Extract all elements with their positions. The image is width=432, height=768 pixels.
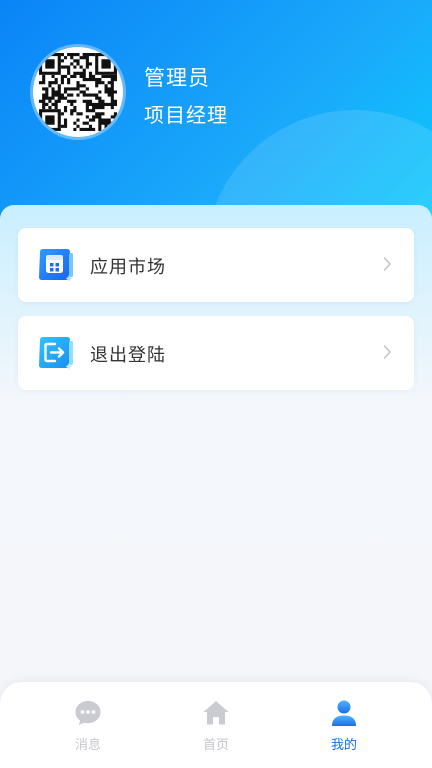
user-role: 项目经理: [144, 103, 228, 127]
tab-label: 我的: [330, 738, 357, 753]
logout-icon: [39, 337, 73, 370]
avatar-qr-code[interactable]: [33, 47, 123, 137]
tab-mine[interactable]: 我的: [272, 682, 416, 768]
tab-label: 消息: [74, 738, 101, 753]
menu-item-app-market[interactable]: 应用市场: [18, 228, 414, 302]
app-store-icon: [39, 249, 73, 282]
qr-code-image: [39, 53, 117, 131]
user-name: 管理员: [144, 66, 210, 90]
menu-item-label: 应用市场: [90, 257, 166, 278]
tab-messages[interactable]: 消息: [16, 682, 160, 768]
tab-label: 首页: [202, 738, 229, 753]
tab-home[interactable]: 首页: [144, 682, 288, 768]
chat-bubble-icon: [75, 701, 101, 725]
menu-item-label: 退出登陆: [90, 345, 166, 366]
chevron-right-icon: [383, 345, 391, 359]
user-icon: [332, 700, 356, 726]
bottom-tab-bar: 消息 首页 我的: [0, 682, 432, 768]
chevron-right-icon: [383, 257, 391, 271]
menu-item-logout[interactable]: 退出登陆: [18, 316, 414, 390]
home-icon: [203, 701, 229, 725]
